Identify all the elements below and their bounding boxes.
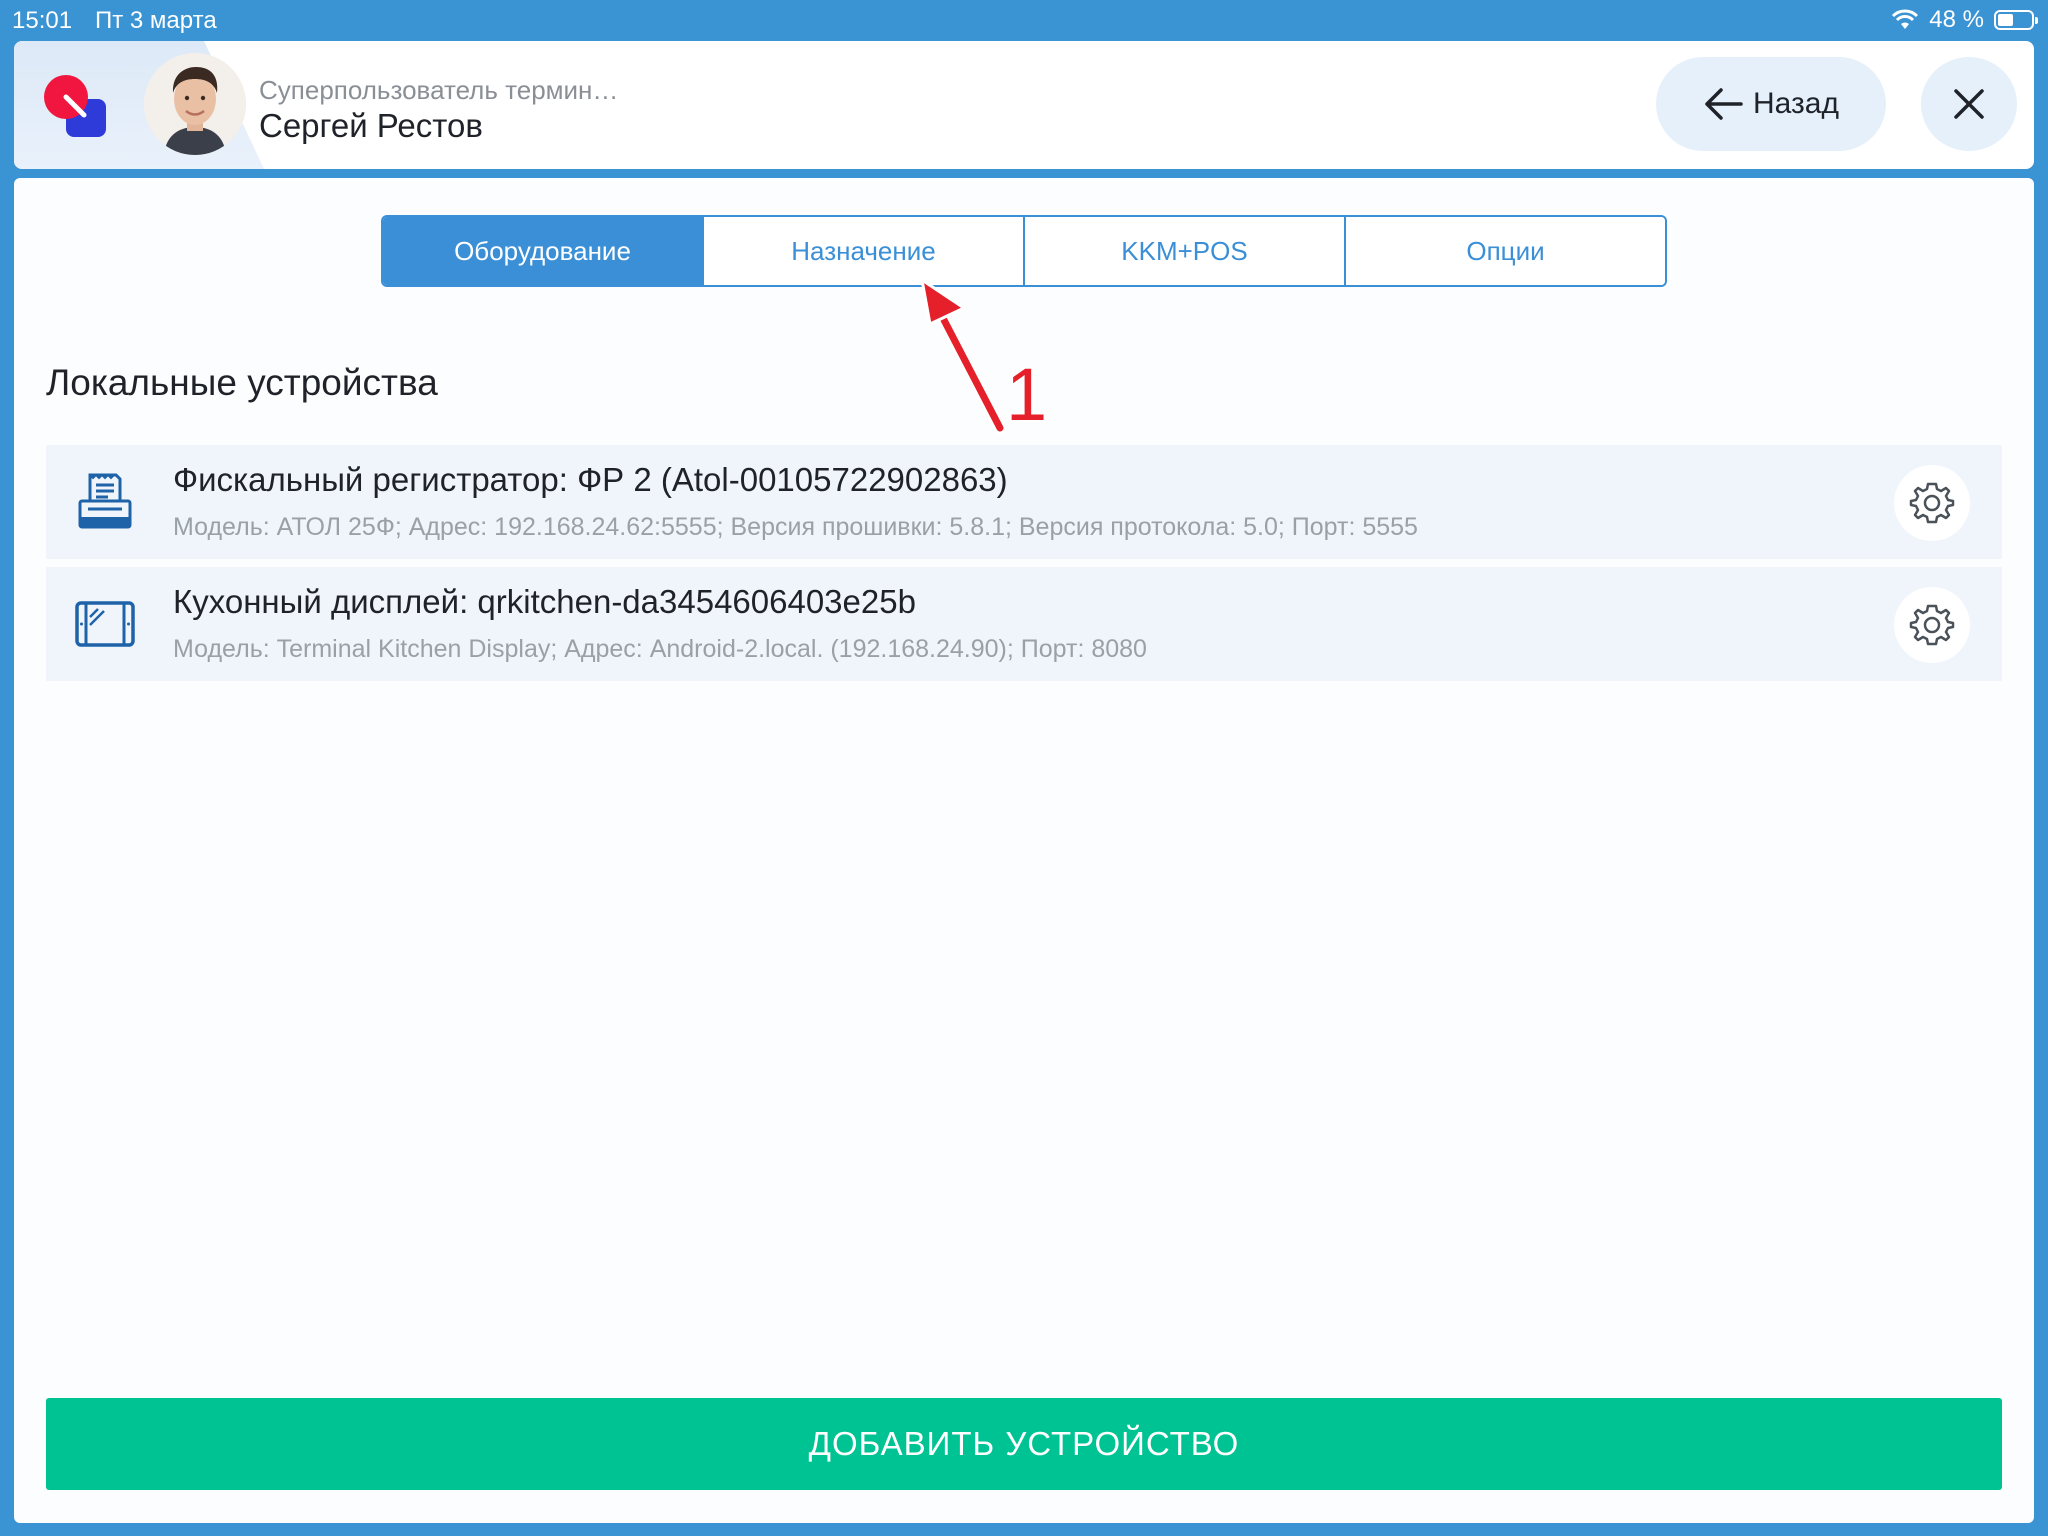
fiscal-printer-icon [78,473,132,529]
section-title: Локальные устройства [46,362,438,403]
close-button[interactable] [1921,57,2017,151]
tab-options[interactable]: Опции [1344,217,1665,285]
device-row[interactable]: Фискальный регистратор: ФР 2 (Atol-00105… [46,445,2002,559]
gear-icon [1909,482,1955,524]
tab-kkm-pos[interactable]: KKM+POS [1023,217,1344,285]
back-button[interactable]: Назад [1656,57,1886,151]
back-button-label: Назад [1753,87,1839,120]
status-indicators: 48 % [1891,6,2038,34]
device-settings-button[interactable] [1894,587,1970,663]
annotation-number: 1 [1006,353,1048,436]
user-role: Суперпользователь термин… [259,75,619,105]
tab-equipment[interactable]: Оборудование [383,217,702,285]
status-date: Пт 3 марта [95,7,217,34]
device-row[interactable]: Кухонный дисплей: qrkitchen-da3454606403… [46,567,2002,681]
battery-icon [1994,10,2038,30]
device-title: Кухонный дисплей: qrkitchen-da3454606403… [173,583,916,620]
battery-percent: 48 % [1929,6,1984,33]
battery-level [1998,14,2014,26]
wifi-icon [1892,9,1919,29]
header-card: Суперпользователь термин… Сергей Рестов … [14,41,2034,169]
device-title: Фискальный регистратор: ФР 2 (Atol-00105… [173,461,1008,498]
device-details: Модель: Terminal Kitchen Display; Адрес:… [173,635,1147,663]
user-name: Сергей Рестов [259,107,483,144]
avatar[interactable] [144,53,246,155]
app-logo-icon [44,75,106,137]
close-icon [1954,89,1984,119]
device-details: Модель: АТОЛ 25Ф; Адрес: 192.168.24.62:5… [173,513,1418,541]
status-bar: 15:01 Пт 3 марта 48 % [0,0,2048,40]
avatar-photo-icon [144,53,246,155]
tab-bar: Оборудование Назначение KKM+POS Опции [381,215,1667,287]
device-settings-button[interactable] [1894,465,1970,541]
tab-assignment[interactable]: Назначение [702,217,1023,285]
tablet-display-icon [75,601,135,647]
add-device-button[interactable]: ДОБАВИТЬ УСТРОЙСТВО [46,1398,2002,1490]
arrow-left-icon [1705,88,1743,120]
gear-icon [1909,604,1955,646]
status-time: 15:01 [12,7,73,34]
